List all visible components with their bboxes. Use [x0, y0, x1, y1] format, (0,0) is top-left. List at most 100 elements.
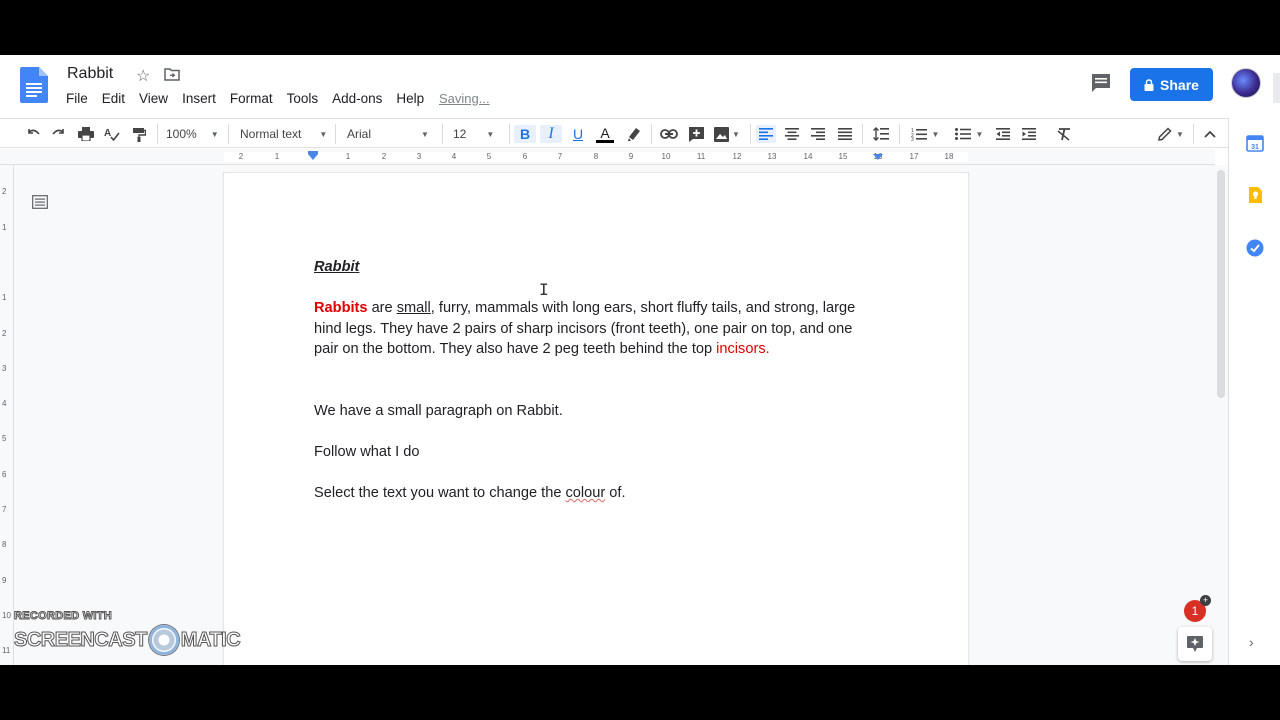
avatar[interactable] [1231, 68, 1261, 98]
header: Rabbit ☆ File Edit View Insert Format To… [0, 55, 1280, 115]
text-color-button[interactable]: A [594, 123, 616, 145]
vruler-number: 1 [2, 293, 7, 302]
menu-edit[interactable]: Edit [102, 91, 125, 106]
spellcheck-icon[interactable]: A [103, 125, 121, 143]
toolbar-separator [651, 124, 652, 144]
vruler-number: 4 [2, 399, 7, 408]
collapse-icon[interactable] [1201, 125, 1219, 143]
vruler-number: 9 [2, 576, 7, 585]
document-workspace: 2 1 1 2 3 4 5 6 7 8 9 10 11 Rabbit Rabbi… [0, 165, 1228, 665]
chevron-down-icon: ▼ [931, 129, 940, 139]
menu-help[interactable]: Help [396, 91, 424, 106]
print-icon[interactable] [77, 125, 95, 143]
bulleted-list-icon[interactable]: ▼ [951, 125, 987, 143]
ruler-number: 8 [593, 152, 599, 161]
menu-addons[interactable]: Add-ons [332, 91, 382, 106]
explore-button[interactable] [1178, 627, 1212, 661]
ruler-number: 15 [838, 152, 848, 161]
align-right-icon[interactable] [808, 125, 828, 143]
edit-mode-icon[interactable]: ▼ [1154, 125, 1188, 143]
justify-icon[interactable] [835, 125, 855, 143]
ruler-number: 5 [486, 152, 492, 161]
vruler-number: 7 [2, 505, 7, 514]
ruler-number: 12 [732, 152, 742, 161]
star-icon[interactable]: ☆ [136, 66, 150, 86]
highlight-icon[interactable] [624, 125, 644, 143]
paragraph-line[interactable]: Select the text you want to change the c… [314, 483, 626, 504]
numbered-list-icon[interactable]: 123 ▼ [907, 125, 943, 143]
chevron-down-icon: ▼ [319, 129, 328, 139]
move-folder-icon[interactable] [164, 67, 180, 81]
outline-icon[interactable] [32, 195, 48, 209]
left-indent-marker[interactable] [308, 154, 318, 160]
horizontal-ruler[interactable]: 2 1 1 2 3 4 5 6 7 8 9 10 11 12 13 14 15 … [0, 149, 1215, 165]
vruler-number: 8 [2, 540, 7, 549]
align-center-icon[interactable] [782, 125, 802, 143]
menu-view[interactable]: View [139, 91, 168, 106]
image-icon[interactable]: ▼ [712, 125, 742, 143]
toolbar-separator [509, 124, 510, 144]
menu-tools[interactable]: Tools [287, 91, 319, 106]
underline-button[interactable]: U [567, 125, 589, 143]
menu-format[interactable]: Format [230, 91, 273, 106]
watermark-right-text: MATIC [180, 628, 241, 651]
paint-format-icon[interactable] [130, 125, 148, 143]
chevron-down-icon: ▼ [210, 129, 219, 139]
toolbar-separator [1193, 124, 1194, 144]
vertical-scrollbar[interactable] [1215, 165, 1228, 665]
text-span: of. [605, 485, 626, 501]
paragraph-line[interactable]: Follow what I do [314, 442, 419, 463]
toolbar-separator [862, 124, 863, 144]
align-left-icon[interactable] [756, 125, 776, 143]
font-select[interactable]: Arial ▼ [347, 125, 437, 143]
tasks-icon[interactable] [1246, 239, 1264, 257]
text-rabbits: Rabbits [314, 300, 368, 316]
redo-icon[interactable] [50, 125, 68, 143]
vruler-number: 11 [2, 646, 11, 655]
scrollbar-thumb[interactable] [1217, 170, 1225, 398]
right-indent-marker[interactable] [873, 154, 883, 160]
keep-icon[interactable] [1246, 186, 1264, 204]
insert-comment-icon[interactable] [686, 125, 706, 143]
calendar-icon[interactable]: 31 [1246, 134, 1264, 152]
increase-indent-icon[interactable] [1019, 125, 1039, 143]
ruler-number: 3 [416, 152, 422, 161]
share-button[interactable]: Share [1130, 68, 1213, 101]
clear-formatting-icon[interactable] [1054, 125, 1074, 143]
undo-icon[interactable] [24, 125, 42, 143]
link-icon[interactable] [659, 125, 679, 143]
bold-button[interactable]: B [514, 125, 536, 143]
ruler-number: 11 [696, 152, 706, 161]
doc-heading[interactable]: Rabbit [314, 257, 359, 278]
menu-insert[interactable]: Insert [182, 91, 216, 106]
ruler-number: 10 [661, 152, 671, 161]
style-select[interactable]: Normal text ▼ [240, 125, 330, 143]
chevron-right-icon[interactable]: › [1249, 634, 1254, 650]
italic-button[interactable]: I [540, 125, 562, 143]
comment-icon[interactable] [1090, 73, 1112, 93]
doc-title[interactable]: Rabbit [67, 65, 113, 83]
paragraph-line[interactable]: pair on the bottom. They also have 2 peg… [314, 339, 770, 360]
toolbar-separator [442, 124, 443, 144]
toolbar-separator [750, 124, 751, 144]
zoom-select[interactable]: 100% ▼ [166, 125, 222, 143]
side-panel: 31 › [1228, 118, 1280, 665]
ruler-number: 18 [944, 152, 954, 161]
document-page[interactable]: Rabbit Rabbits are small, furry, mammals… [224, 173, 968, 665]
save-status[interactable]: Saving... [439, 91, 490, 106]
docs-logo[interactable] [20, 67, 48, 103]
ruler-number: 2 [238, 152, 244, 161]
text-color-label: A [600, 125, 610, 141]
ruler-number: 2 [381, 152, 387, 161]
ruler-number: 7 [557, 152, 563, 161]
menu-file[interactable]: File [66, 91, 88, 106]
vertical-ruler[interactable]: 2 1 1 2 3 4 5 6 7 8 9 10 11 [0, 165, 14, 665]
toolbar-separator [157, 124, 158, 144]
paragraph-line[interactable]: hind legs. They have 2 pairs of sharp in… [314, 319, 852, 340]
paragraph-line[interactable]: Rabbits are small, furry, mammals with l… [314, 298, 855, 319]
paragraph-line[interactable]: We have a small paragraph on Rabbit. [314, 401, 563, 422]
decrease-indent-icon[interactable] [993, 125, 1013, 143]
line-spacing-icon[interactable] [871, 125, 891, 143]
vruler-number: 10 [2, 611, 11, 620]
font-size-select[interactable]: 12 ▼ [453, 125, 503, 143]
